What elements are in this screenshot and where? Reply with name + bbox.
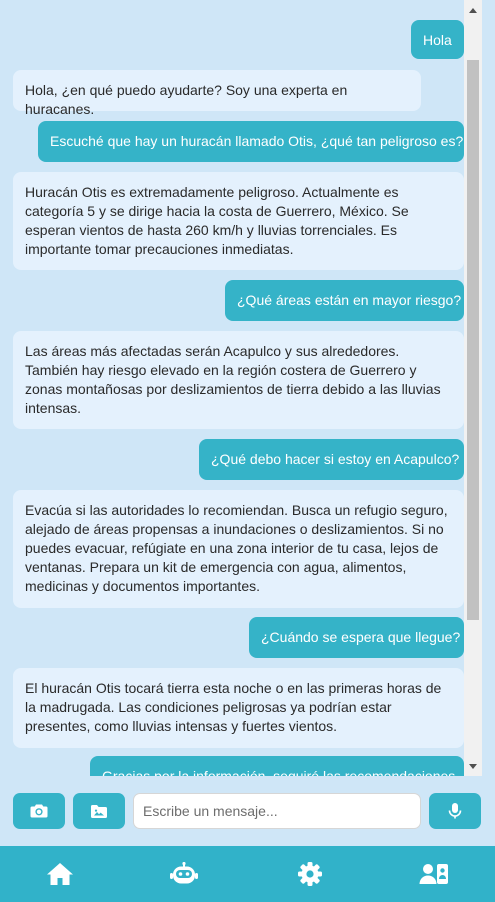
- camera-icon: [30, 804, 48, 818]
- nav-settings[interactable]: [290, 856, 330, 892]
- message-text: Evacúa si las autoridades lo recomiendan…: [25, 502, 448, 594]
- user-message: Escuché que hay un huracán llamado Otis,…: [38, 121, 464, 162]
- folder-icon: [91, 804, 107, 818]
- nav-assistant[interactable]: [164, 856, 204, 892]
- microphone-icon: [448, 803, 462, 819]
- user-message: Gracias por la información, seguiré las …: [90, 756, 464, 776]
- message-text: ¿Qué debo hacer si estoy en Acapulco?: [211, 451, 460, 467]
- message-text: Huracán Otis es extremadamente peligroso…: [25, 184, 409, 257]
- message-text: El huracán Otis tocará tierra esta noche…: [25, 680, 442, 734]
- user-message: Hola: [411, 20, 464, 59]
- contacts-icon: [419, 864, 448, 884]
- user-message: ¿Qué debo hacer si estoy en Acapulco?: [199, 439, 464, 480]
- chat-area[interactable]: Hola Hola, ¿en qué puedo ayudarte? Soy u…: [0, 0, 495, 776]
- message-input-bar: [0, 776, 495, 846]
- scroll-thumb[interactable]: [467, 60, 479, 620]
- bot-message: Hola, ¿en qué puedo ayudarte? Soy una ex…: [13, 70, 421, 117]
- message-text: ¿Qué áreas están en mayor riesgo?: [237, 292, 462, 308]
- microphone-button[interactable]: [429, 793, 481, 829]
- message-text: Escuché que hay un huracán llamado Otis,…: [50, 133, 464, 149]
- nav-home[interactable]: [40, 856, 80, 892]
- chat-scrollbar[interactable]: [464, 0, 482, 776]
- nav-contacts[interactable]: [414, 856, 454, 892]
- user-message: ¿Qué áreas están en mayor riesgo?: [225, 280, 464, 321]
- scroll-up-arrow[interactable]: [464, 2, 482, 18]
- message-text: ¿Cuándo se espera que llegue?: [261, 629, 461, 645]
- bottom-navigation: [0, 846, 495, 902]
- home-icon: [47, 863, 73, 885]
- robot-icon: [170, 862, 198, 884]
- bot-message: Evacúa si las autoridades lo recomiendan…: [13, 490, 464, 608]
- folder-button[interactable]: [73, 793, 125, 829]
- message-input[interactable]: [133, 793, 421, 829]
- message-text: Hola: [423, 32, 452, 48]
- bot-message: El huracán Otis tocará tierra esta noche…: [13, 668, 464, 748]
- bot-message: Las áreas más afectadas serán Acapulco y…: [13, 331, 464, 429]
- scroll-down-arrow[interactable]: [464, 758, 482, 774]
- user-message: ¿Cuándo se espera que llegue?: [249, 617, 464, 658]
- message-text: Las áreas más afectadas serán Acapulco y…: [25, 343, 441, 416]
- gear-icon: [298, 862, 322, 886]
- camera-button[interactable]: [13, 793, 65, 829]
- message-text: Gracias por la información, seguiré las …: [102, 768, 460, 776]
- message-text: Hola, ¿en qué puedo ayudarte? Soy una ex…: [25, 82, 348, 117]
- bot-message: Huracán Otis es extremadamente peligroso…: [13, 172, 464, 270]
